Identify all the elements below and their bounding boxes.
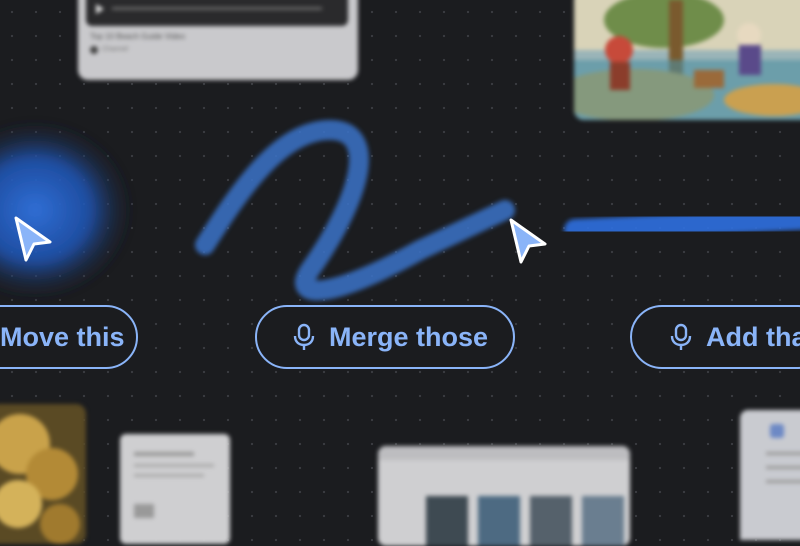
command-label: Move this: [0, 321, 125, 352]
add-gesture-stroke: [564, 207, 800, 241]
gesture-layer: [0, 118, 800, 302]
cursor-icon: [14, 216, 52, 262]
merge-gesture-stroke: [195, 119, 515, 301]
add-that-command[interactable]: Add tha: [630, 305, 800, 369]
command-label: Add tha: [706, 321, 800, 352]
merge-those-command[interactable]: Merge those: [255, 305, 515, 369]
microphone-icon: [293, 323, 315, 350]
command-label: Merge those: [329, 321, 489, 352]
microphone-icon: [670, 323, 692, 350]
move-this-command[interactable]: Move this: [0, 305, 138, 369]
selection-glow: [0, 118, 135, 302]
cursor-icon: [509, 218, 547, 264]
